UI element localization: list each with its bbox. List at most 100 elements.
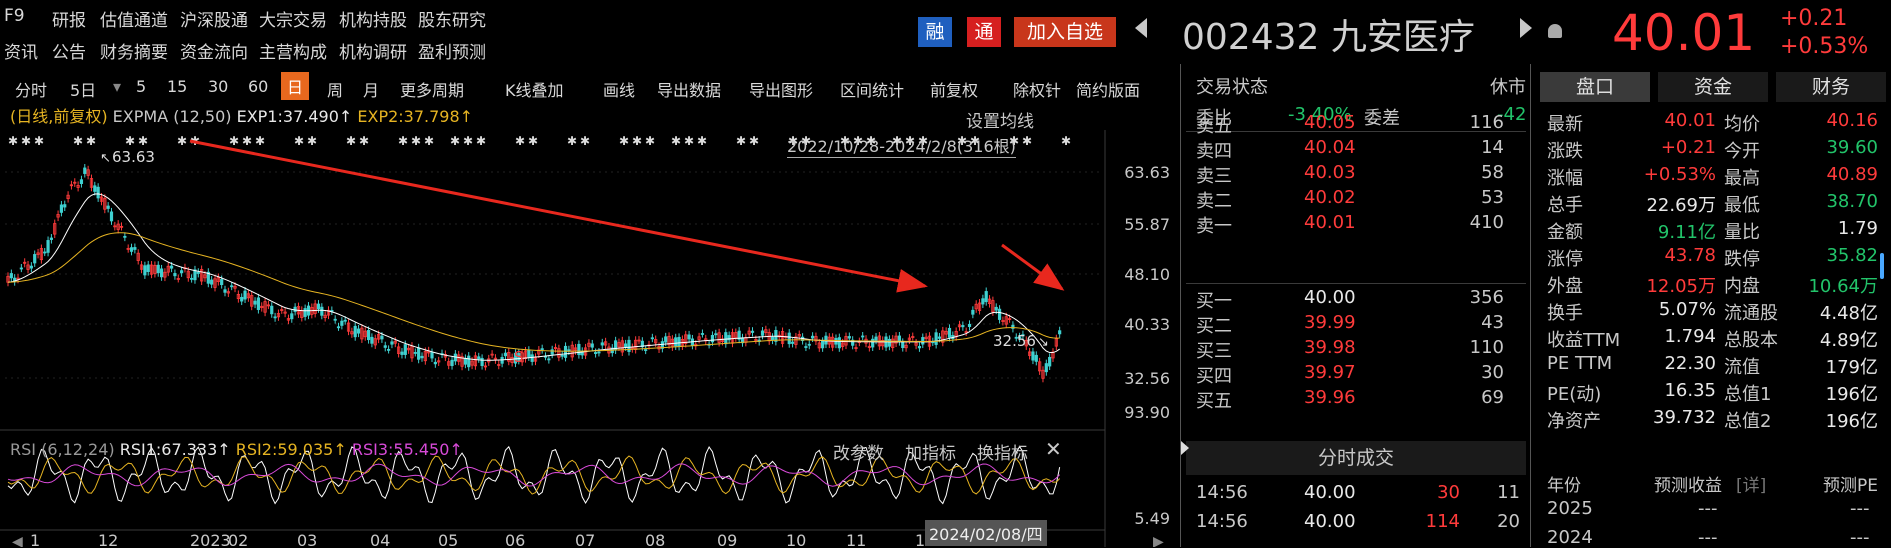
stat-value-2: 196亿	[1825, 411, 1878, 432]
sell-label: 卖三	[1196, 166, 1232, 187]
buy-label: 买二	[1196, 316, 1232, 337]
prev-stock-icon[interactable]	[1135, 18, 1147, 38]
candle-body	[303, 308, 307, 317]
close-icon[interactable]: ✕	[1045, 437, 1062, 461]
candle-body	[169, 265, 174, 269]
tab-pankou[interactable]: 盘口	[1540, 72, 1650, 102]
fc-row-2-eps: ---	[1698, 527, 1718, 548]
stat-value-2: 40.16	[1826, 110, 1878, 131]
candle-body	[807, 343, 811, 346]
nav-fin-summary[interactable]: 财务摘要	[100, 38, 168, 63]
stat-label: 金额	[1547, 222, 1583, 243]
nav-block-trade[interactable]: 大宗交易	[259, 6, 327, 31]
trade-price: 40.00	[1304, 511, 1356, 532]
tb-day[interactable]: 日	[281, 72, 310, 100]
rsi-switch-button[interactable]: 换指标	[977, 439, 1028, 464]
bell-icon[interactable]	[1548, 24, 1562, 38]
candle-body	[156, 264, 160, 274]
tb-intraday[interactable]: 分时	[15, 77, 47, 101]
add-watchlist-button[interactable]: 加入自选	[1014, 17, 1116, 47]
fc-row-2-pe: ---	[1850, 527, 1870, 548]
tb-export-data[interactable]: 导出数据	[657, 77, 721, 101]
nav-research[interactable]: 研报	[52, 6, 86, 31]
buy-price[interactable]: 39.97	[1304, 362, 1356, 383]
tb-draw[interactable]: 画线	[603, 77, 635, 101]
tb-30min[interactable]: 30	[208, 77, 228, 96]
buy-price[interactable]: 39.99	[1304, 312, 1356, 333]
nav-business[interactable]: 主营构成	[259, 38, 327, 63]
tb-month[interactable]: 月	[363, 77, 379, 101]
candle-body	[547, 358, 551, 361]
tab-capital[interactable]: 资金	[1658, 72, 1768, 102]
nav-fund-flow[interactable]: 资金流向	[180, 38, 248, 63]
candle-body	[997, 308, 1002, 320]
tb-simple-layout[interactable]: 简约版面	[1076, 77, 1140, 101]
tb-15min[interactable]: 15	[167, 77, 187, 96]
nav-f9[interactable]: F9	[4, 6, 25, 26]
tb-more-period[interactable]: 更多周期	[400, 77, 464, 101]
candle-body	[577, 343, 581, 356]
nav-news[interactable]: 资讯	[4, 38, 38, 63]
tb-5day[interactable]: 5日	[70, 77, 96, 101]
tb-5min[interactable]: 5	[136, 77, 146, 96]
trade-count: 11	[1497, 482, 1520, 503]
candle-body	[290, 313, 294, 320]
sell-price[interactable]: 40.05	[1304, 112, 1356, 133]
nav-inst-hold[interactable]: 机构持股	[339, 6, 407, 31]
nav-notice[interactable]: 公告	[52, 38, 86, 63]
event-marker: ✱	[86, 134, 96, 148]
buy-price[interactable]: 40.00	[1304, 287, 1356, 308]
margin-badge[interactable]: 融	[918, 17, 952, 47]
event-marker: ✱	[450, 134, 460, 148]
divider-2	[1530, 64, 1531, 547]
panel-scrollbar[interactable]	[1880, 253, 1884, 279]
stat-label-2: 内盘	[1724, 276, 1760, 297]
rsi-add-button[interactable]: 加指标	[905, 439, 956, 464]
nav-valuation[interactable]: 估值通道	[100, 6, 168, 31]
buy-price[interactable]: 39.98	[1304, 337, 1356, 358]
candle-body	[450, 359, 454, 367]
price-change: +0.21	[1780, 6, 1848, 31]
candle-body	[33, 254, 37, 264]
tb-export-image[interactable]: 导出图形	[749, 77, 813, 101]
rsi-modify-button[interactable]: 改参数	[833, 439, 884, 464]
tb-week[interactable]: 周	[327, 77, 343, 101]
sell-price[interactable]: 40.04	[1304, 137, 1356, 158]
nav-forecast[interactable]: 盈利预测	[418, 38, 486, 63]
kline-chart[interactable]: 63.63 55.87 48.10 40.33 32.56 93.90 5.49 1 12 202…	[0, 100, 1180, 547]
sell-price[interactable]: 40.01	[1304, 212, 1356, 233]
tb-range-stats[interactable]: 区间统计	[840, 77, 904, 101]
tb-kline-overlay[interactable]: K线叠加	[505, 77, 564, 101]
candle-body	[590, 343, 594, 348]
candle-body	[994, 306, 998, 311]
next-stock-icon[interactable]	[1520, 18, 1532, 38]
sell-price[interactable]: 40.02	[1304, 187, 1356, 208]
tb-60min[interactable]: 60	[248, 77, 268, 96]
tb-forward-adjust[interactable]: 前复权	[930, 77, 978, 101]
stat-label-2: 流值	[1724, 357, 1760, 378]
event-marker: ✱	[476, 134, 486, 148]
candle-body	[387, 348, 391, 351]
candle-body	[173, 273, 177, 277]
candle-body	[837, 337, 841, 349]
nav-inst-survey[interactable]: 机构调研	[339, 38, 407, 63]
candle-body	[19, 267, 23, 270]
candle-body	[370, 336, 374, 344]
candle-body	[133, 247, 137, 250]
nav-holder[interactable]: 股东研究	[418, 6, 486, 31]
nav-hsgt[interactable]: 沪深股通	[180, 6, 248, 31]
set-ma-button[interactable]: 设置均线	[966, 107, 1034, 132]
tb-exright[interactable]: 除权针	[1013, 77, 1061, 101]
chevron-down-icon[interactable]: ▾	[113, 77, 121, 96]
buy-volume: 110	[1469, 337, 1504, 358]
sell-price[interactable]: 40.03	[1304, 162, 1356, 183]
hk-connect-badge[interactable]: 通	[967, 17, 1001, 47]
fc-detail-link[interactable]: [详]	[1736, 471, 1766, 496]
buy-price[interactable]: 39.96	[1304, 387, 1356, 408]
candle-body	[710, 334, 715, 343]
rsi-name: RSI (6,12,24)	[10, 440, 115, 459]
scroll-handle[interactable]	[1181, 441, 1189, 455]
candle-body	[343, 319, 347, 322]
candle-body	[984, 291, 988, 303]
tab-finance[interactable]: 财务	[1776, 72, 1886, 102]
